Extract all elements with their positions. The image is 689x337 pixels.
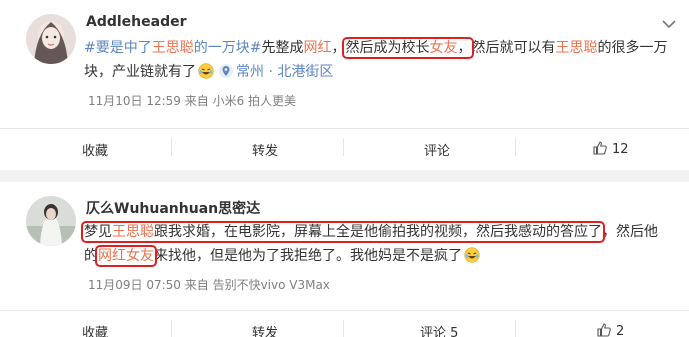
username[interactable]: 仄么Wuhuanhuan思密达	[86, 198, 260, 218]
like-button[interactable]: 12	[592, 140, 629, 157]
post-meta: 11月10日 12:59 来自 小米6 拍人更美	[88, 94, 297, 108]
thumbs-up-icon	[597, 323, 611, 337]
keyword-link[interactable]: 网红女友	[98, 248, 154, 264]
comment-button[interactable]: 评论 5	[420, 322, 458, 337]
username[interactable]: Addleheader	[86, 14, 187, 30]
avatar[interactable]	[26, 196, 76, 246]
like-count: 2	[616, 324, 625, 337]
chevron-down-icon[interactable]	[661, 18, 677, 30]
avatar[interactable]	[26, 14, 76, 64]
post-text: 梦见王思聪跟我求婚，在电影院，屏幕上全是他偷拍我的视频，然后我感动的答应了，然后…	[81, 221, 658, 267]
avatar-image	[26, 14, 76, 64]
post-card-2: 仄么Wuhuanhuan思密达 梦见王思聪跟我求婚，在电影院，屏幕上全是他偷拍我…	[0, 182, 689, 337]
avatar-image	[26, 196, 76, 246]
action-bar: 收藏 转发 评论 5 2	[0, 312, 689, 337]
like-button[interactable]: 2	[596, 322, 624, 337]
comment-button[interactable]: 评论	[424, 140, 450, 159]
post-meta: 11月09日 07:50 来自 告别不快vivo V3Max	[88, 278, 330, 292]
mention-link[interactable]: 王思聪	[555, 40, 597, 56]
highlight-box: 网红女友	[95, 245, 157, 267]
keyword-link[interactable]: 女友	[429, 40, 457, 56]
map-pin-icon	[219, 64, 233, 78]
laughing-emoji-icon	[198, 63, 214, 79]
divider	[0, 128, 689, 129]
mention-link[interactable]: 王思聪	[152, 40, 194, 56]
topic-link[interactable]: #要是中了	[84, 40, 152, 56]
thumbs-up-icon	[593, 141, 607, 155]
post-card-1: Addleheader #要是中了王思聪的一万块#先整成网红，然后成为校长女友，…	[0, 0, 689, 170]
highlight-box: 然后成为校长女友，	[342, 37, 475, 59]
mention-link[interactable]: 王思聪	[112, 224, 154, 240]
collect-button[interactable]: 收藏	[82, 322, 108, 337]
topic-link[interactable]: 的一万块#	[194, 40, 262, 56]
collect-button[interactable]: 收藏	[82, 140, 108, 159]
location-link[interactable]: 常州 · 北港街区	[236, 64, 333, 80]
repost-button[interactable]: 转发	[252, 322, 278, 337]
laughing-emoji-icon	[464, 247, 480, 263]
keyword-link[interactable]: 网红	[303, 40, 331, 56]
action-bar: 收藏 转发 评论 12	[0, 130, 689, 166]
like-count: 12	[612, 142, 629, 157]
repost-button[interactable]: 转发	[252, 140, 278, 159]
divider	[0, 310, 689, 311]
highlight-box: 梦见王思聪跟我求婚，在电影院，屏幕上全是他偷拍我的视频，然后我感动的答应了	[81, 221, 605, 243]
post-text: #要是中了王思聪的一万块#先整成网红，然后成为校长女友，然后就可以有王思聪的很多…	[84, 37, 668, 80]
